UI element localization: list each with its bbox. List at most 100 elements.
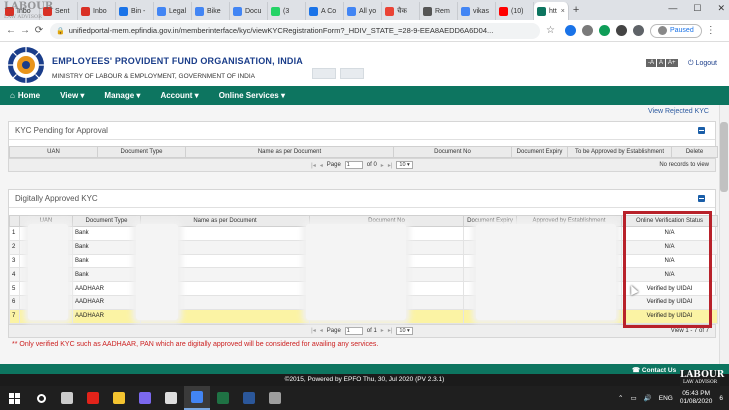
prev-page-button[interactable]: ◂ [320,327,323,334]
col-verification-status: Online Verification Status [621,215,718,227]
network-icon[interactable]: ▭ [630,394,636,402]
logout-link[interactable]: ⏻ Logout [688,60,717,68]
extension-icon[interactable] [564,25,576,36]
volume-icon[interactable]: 🔊 [644,394,652,402]
extension-icon[interactable] [598,25,610,36]
tab-label: Sent [55,7,70,15]
browser-tab[interactable]: Legal [154,2,192,20]
start-button[interactable] [0,386,28,410]
browser-tab[interactable]: Docu [230,2,268,20]
first-page-button[interactable]: |◂ [311,162,316,169]
last-page-button[interactable]: ▸| [388,327,393,334]
first-page-button[interactable]: |◂ [311,327,316,334]
font-normal-button[interactable]: A [657,59,666,67]
favicon-icon [81,6,90,16]
col-approval: To be Approved by Establishment [567,146,672,158]
tab-label: Bike [207,7,221,15]
page-label: Page [326,327,341,334]
contact-us-link[interactable]: ☎ Contact Us [632,366,676,374]
table-header-row: UAN Document Type Name as per Document D… [9,146,718,158]
task-view-taskbar-button[interactable] [54,386,80,410]
browser-menu-icon[interactable]: ⋮ [706,25,716,36]
panel-title: KYC Pending for Approval [9,122,715,140]
nav-manage[interactable]: Manage ▾ [94,91,150,100]
profile-paused-button[interactable]: Paused [649,23,702,38]
tray-chevron-icon[interactable]: ⌃ [618,394,623,402]
next-page-button[interactable]: ▸ [381,327,384,334]
minimize-button[interactable]: — [668,3,677,14]
pending-pager: |◂ ◂ Page 1 of 0 ▸ ▸| 10 ▾ No records to… [9,158,715,171]
browser-tab[interactable]: All yo [344,2,382,20]
clock[interactable]: 05:43 PM 01/08/2020 [680,390,713,406]
font-increase-button[interactable]: A+ [666,59,678,67]
browser-tab[interactable]: Rem [420,2,458,20]
extension-icon[interactable] [615,25,627,36]
close-window-button[interactable]: ✕ [717,3,725,14]
extension-icon[interactable] [581,25,593,36]
browser-tab[interactable]: चैक [382,2,420,20]
new-tab-button[interactable]: + [573,4,579,16]
address-bar[interactable]: 🔒 unifiedportal-mem.epfindia.gov.in/memb… [50,22,540,39]
excel-taskbar-button[interactable] [210,386,236,410]
browser-tab[interactable]: Bin - [116,2,154,20]
nav-view[interactable]: View ▾ [50,91,94,100]
scrollbar-thumb[interactable] [720,122,728,192]
reload-button[interactable]: ⟳ [32,25,46,36]
last-page-button[interactable]: ▸| [388,162,393,169]
bookmark-star-icon[interactable]: ☆ [546,25,555,36]
browser-tab[interactable]: (10) [496,2,534,20]
collapse-icon[interactable] [698,195,705,202]
col-delete: Delete [671,146,718,158]
contact-label: Contact Us [641,367,677,374]
verification-status-cell: Verified by UIDAI [621,308,718,324]
notes-taskbar-button[interactable] [262,386,288,410]
next-page-button[interactable]: ▸ [381,162,384,169]
app-taskbar-button[interactable] [132,386,158,410]
verification-status-cell: N/A [621,239,718,255]
browser-tab[interactable]: Inbo [78,2,116,20]
org-name: EMPLOYEES' PROVIDENT FUND ORGANISATION, … [52,56,303,66]
browser-tab[interactable]: A Co [306,2,344,20]
browser-tab[interactable]: htt × [534,2,569,20]
verification-status-cell: Verified by UIDAI [621,294,718,310]
row-index: 7 [9,308,20,324]
chrome-icon [191,391,203,403]
puzzle-icon[interactable] [632,25,644,36]
prev-page-button[interactable]: ◂ [320,162,323,169]
watermark-logo: LABOUR LAW ADVISOR [4,1,54,21]
tab-close-icon[interactable]: × [561,8,565,15]
rows-per-page-select[interactable]: 10 ▾ [396,161,413,169]
kyc-note: ** Only verified KYC such as AADHAAR, PA… [12,341,379,348]
view-rejected-kyc-link[interactable]: View Rejected KYC [648,108,709,115]
back-button[interactable]: ← [4,25,18,36]
maximize-button[interactable]: ☐ [693,3,701,14]
page-input[interactable]: 1 [344,161,363,169]
nav-online-services[interactable]: Online Services ▾ [209,91,295,100]
word-icon [243,392,255,404]
page-input[interactable]: 1 [344,326,363,335]
word-taskbar-button[interactable] [236,386,262,410]
kyc-pending-panel: KYC Pending for Approval UAN Document Ty… [8,121,718,172]
forward-button[interactable]: → [18,25,32,36]
font-decrease-button[interactable]: -A [646,59,656,67]
browser-tab[interactable]: Bike [192,2,230,20]
nav-account[interactable]: Account ▾ [150,91,208,100]
url-text: unifiedportal-mem.epfindia.gov.in/member… [68,26,494,35]
document-type-cell: Bank [72,253,141,269]
verification-status-cell: N/A [621,267,718,283]
browser-tab[interactable]: vikas [458,2,496,20]
spacer [9,208,715,215]
rows-per-page-select[interactable]: 10 ▾ [396,326,413,335]
pdf-taskbar-button[interactable] [80,386,106,410]
collapse-icon[interactable] [698,127,705,134]
media-taskbar-button[interactable] [158,386,184,410]
clock-date: 01/08/2020 [679,398,713,405]
tab-label: Rem [435,7,450,15]
browser-tab[interactable]: (3 [268,2,306,20]
nav-home[interactable]: ⌂ Home [0,91,50,100]
file-explorer-taskbar-button[interactable] [106,386,132,410]
search-taskbar-button[interactable] [28,386,54,410]
notification-count[interactable]: 6 [719,395,723,402]
language-indicator[interactable]: ENG [659,395,673,402]
chrome-taskbar-button[interactable] [184,386,210,410]
